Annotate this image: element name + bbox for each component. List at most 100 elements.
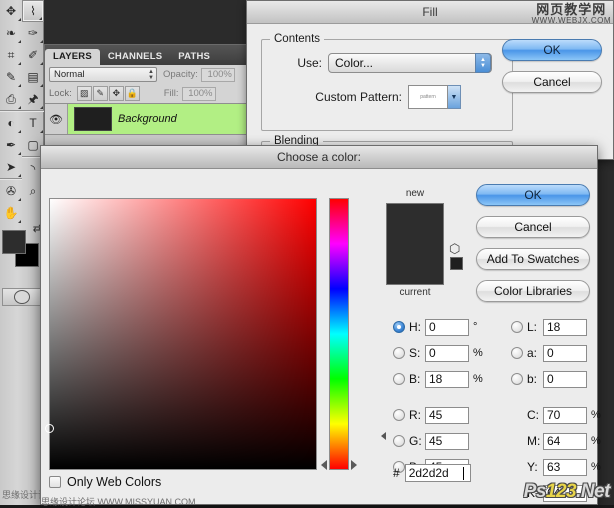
fill-ok-button[interactable]: OK <box>502 39 602 61</box>
move-tool[interactable]: ✥ <box>0 0 22 22</box>
use-label: Use: <box>297 56 322 70</box>
color-libraries-button[interactable]: Color Libraries <box>476 280 590 302</box>
only-web-colors-row[interactable]: Only Web Colors <box>49 475 161 489</box>
eyedropper-tool[interactable]: ⌇ <box>22 0 44 22</box>
color-picker-title: Choose a color: <box>276 150 362 164</box>
field-row-s: S: 0% <box>393 340 509 366</box>
hex-row[interactable]: # 2d2d2d <box>393 464 471 482</box>
opacity-input[interactable]: 100% <box>200 67 235 82</box>
input-c[interactable]: 70 <box>543 406 587 424</box>
tool-expand-corner-icon <box>18 18 21 21</box>
input-h[interactable]: 0 <box>425 318 469 336</box>
new-current-color-swatch[interactable] <box>386 203 444 285</box>
history-brush-tool-icon: ✐ <box>27 48 39 62</box>
input-g[interactable]: 45 <box>425 432 469 450</box>
hex-symbol: # <box>393 466 400 480</box>
hex-input[interactable]: 2d2d2d <box>404 464 471 482</box>
tab-layers[interactable]: LAYERS <box>45 49 100 65</box>
healing-brush-tool-icon: ✎ <box>5 70 17 84</box>
contents-legend: Contents <box>270 33 325 45</box>
lock-transparent-pixels-icon[interactable]: ▨ <box>76 86 92 101</box>
pattern-swatch[interactable]: pattern <box>408 85 448 109</box>
input-s[interactable]: 0 <box>425 344 469 362</box>
path-selection-tool[interactable]: ➤ <box>0 156 22 178</box>
color-picker-ok-button[interactable]: OK <box>476 184 590 206</box>
healing-brush-tool[interactable]: ✎ <box>0 66 22 88</box>
unit-s: % <box>473 347 483 359</box>
eraser-tool[interactable]: ◐ <box>0 112 22 134</box>
crop-tool[interactable]: ⌗ <box>0 44 22 66</box>
current-color-swatch[interactable] <box>387 244 443 284</box>
tab-paths[interactable]: PATHS <box>170 49 218 65</box>
input-l[interactable]: 18 <box>543 318 587 336</box>
history-brush-tool[interactable]: ✐ <box>22 44 44 66</box>
radio-l[interactable] <box>511 321 523 333</box>
input-m[interactable]: 64 <box>543 432 587 450</box>
notes-tool[interactable]: ✇ <box>0 180 22 202</box>
brush-tool[interactable]: ✑ <box>22 22 44 44</box>
color-picker-cancel-button[interactable]: Cancel <box>476 216 590 238</box>
watermark-missyuan-picker: 思缘设计论坛 WWW.MISSYUAN.COM <box>41 497 196 507</box>
out-of-gamut-cube-icon[interactable]: ⬡ <box>449 241 460 257</box>
quick-mask-toggle[interactable] <box>2 288 42 306</box>
layer-row-background[interactable]: 👁 Background <box>45 103 259 135</box>
tool-expand-corner-icon <box>40 130 43 133</box>
input-y[interactable]: 63 <box>543 458 587 476</box>
type-tool[interactable]: T <box>22 112 44 134</box>
label-h: H: <box>409 320 421 334</box>
pattern-dropdown-arrow-icon[interactable]: ▼ <box>448 85 461 109</box>
radio-s[interactable] <box>393 347 405 359</box>
radio-b[interactable] <box>393 373 405 385</box>
web-safe-alternate-chip[interactable] <box>450 257 463 270</box>
hue-slider-left-arrow-icon[interactable] <box>321 460 327 470</box>
only-web-colors-checkbox[interactable] <box>49 476 61 488</box>
dodge-tool[interactable]: 🖈 <box>22 88 44 110</box>
watermark-ps123-ps: Ps <box>523 481 547 502</box>
lasso-tool[interactable]: ❧ <box>0 22 22 44</box>
opacity-label: Opacity: <box>163 69 198 80</box>
fill-cancel-button[interactable]: Cancel <box>502 71 602 93</box>
gradient-tool[interactable]: ▤ <box>22 66 44 88</box>
color-field-marker[interactable] <box>45 424 54 433</box>
input-b[interactable]: 0 <box>543 370 587 388</box>
lock-all-icon[interactable]: 🔒 <box>124 86 140 101</box>
fill-input[interactable]: 100% <box>181 86 216 101</box>
lock-image-pixels-icon[interactable]: ✎ <box>92 86 108 101</box>
current-color-label: current <box>399 287 431 298</box>
color-swatches[interactable]: ⇄ <box>2 223 42 270</box>
label-c: C: <box>527 408 539 422</box>
radio-r[interactable] <box>393 409 405 421</box>
fill-label: Fill: <box>163 88 179 99</box>
color-picker-titlebar[interactable]: Choose a color: <box>41 146 597 169</box>
radio-g[interactable] <box>393 435 405 447</box>
layer-visibility-eye-icon[interactable]: 👁 <box>45 104 68 134</box>
hue-slider[interactable] <box>329 198 349 470</box>
input-b[interactable]: 18 <box>425 370 469 388</box>
tool-expand-corner-icon <box>18 40 21 43</box>
radio-h[interactable] <box>393 321 405 333</box>
unit-h: ° <box>473 321 478 333</box>
add-to-swatches-button[interactable]: Add To Swatches <box>476 248 590 270</box>
color-field-picker[interactable] <box>45 198 317 470</box>
lock-position-icon[interactable]: ✥ <box>108 86 124 101</box>
use-select-stepper-icon[interactable]: ▲ ▼ <box>475 53 491 73</box>
hand-tool[interactable]: ✋ <box>0 202 22 224</box>
tab-channels[interactable]: CHANNELS <box>100 49 170 65</box>
unit-y: % <box>591 461 601 473</box>
fill-dialog-titlebar[interactable]: Fill 网页教学网 WWW.WEBJX.COM <box>247 1 613 25</box>
pen-tool[interactable]: ✒ <box>0 134 22 156</box>
clone-stamp-tool[interactable]: ⎙ <box>0 88 22 110</box>
quick-mask-icon <box>14 290 30 304</box>
blend-mode-select[interactable]: Normal ▲ ▼ <box>49 67 157 82</box>
crop-tool-icon: ⌗ <box>7 48 15 62</box>
input-r[interactable]: 45 <box>425 406 469 424</box>
tool-expand-corner-icon <box>18 62 21 65</box>
radio-a[interactable] <box>511 347 523 359</box>
use-select[interactable]: Color... ▲ ▼ <box>328 53 492 73</box>
tool-expand-corner-icon <box>18 152 21 155</box>
input-a[interactable]: 0 <box>543 344 587 362</box>
radio-b[interactable] <box>511 373 523 385</box>
hue-slider-right-arrow-icon[interactable] <box>351 460 357 470</box>
foreground-color-swatch[interactable] <box>2 230 26 254</box>
custom-pattern-picker[interactable]: pattern ▼ <box>408 85 461 109</box>
